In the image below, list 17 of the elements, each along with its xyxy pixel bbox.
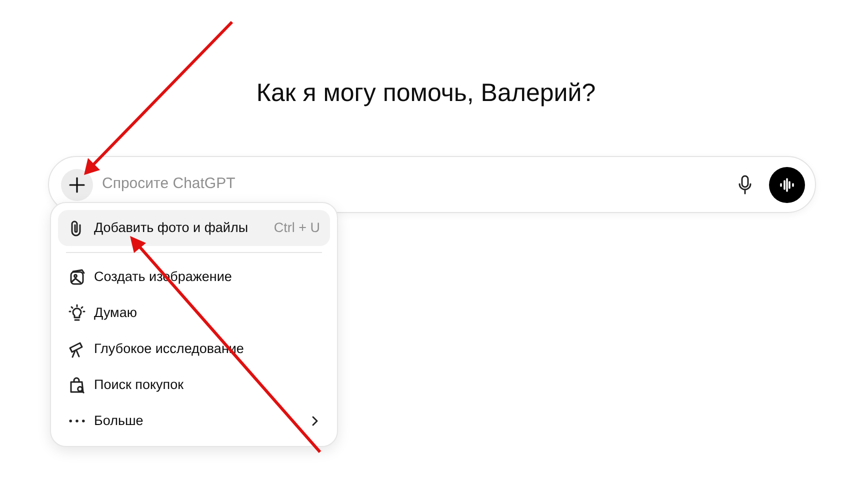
image-icon [68,268,86,286]
keyboard-shortcut: Ctrl + U [274,218,320,237]
shopping-bag-icon [68,376,86,394]
more-icon [69,419,85,423]
lightbulb-icon [68,304,86,322]
waveform-icon [779,176,795,192]
menu-item[interactable]: Добавить фото и файлы Ctrl + U [58,210,330,246]
menu-item[interactable]: Поиск покупок [58,367,330,403]
page-heading: Как я могу помочь, Валерий? [256,78,596,108]
menu-item[interactable]: Думаю [58,295,330,331]
chevron-right-icon [310,415,320,427]
add-button[interactable] [61,168,93,200]
plus-icon [69,176,85,192]
prompt-input[interactable]: Спросите ChatGPT [100,172,733,197]
microphone-icon [738,174,752,194]
menu-item[interactable]: Больше [58,403,330,439]
voice-mode-button[interactable] [769,166,805,202]
